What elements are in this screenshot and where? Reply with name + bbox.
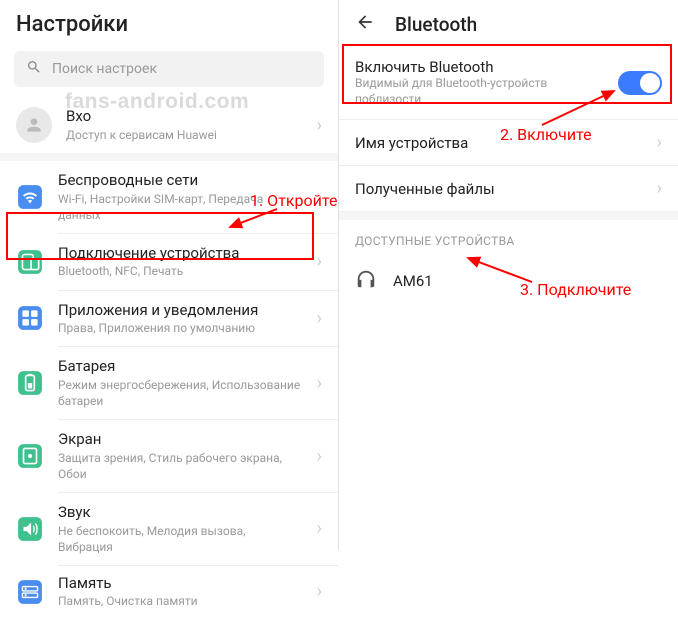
apps-item[interactable]: Приложения и уведомления Права, Приложен… <box>0 291 338 347</box>
settings-title: Настройки <box>0 0 338 47</box>
sound-item[interactable]: Звук Не беспокоить, Мелодия вызова, Вибр… <box>0 493 338 565</box>
available-devices-header: ДОСТУПНЫЕ УСТРОЙСТВА <box>339 220 678 256</box>
chevron-right-icon: › <box>317 518 322 539</box>
wifi-icon <box>16 183 44 211</box>
apps-icon <box>16 304 44 332</box>
sound-icon <box>16 515 44 543</box>
display-item[interactable]: Экран Защита зрения, Стиль рабочего экра… <box>0 420 338 492</box>
storage-icon <box>16 578 44 606</box>
bluetooth-screen: Bluetooth Включить Bluetooth Видимый для… <box>339 0 678 550</box>
account-item[interactable]: Вхо Доступ к сервисам Huawei › <box>0 97 338 153</box>
chevron-right-icon: › <box>657 132 662 153</box>
chevron-right-icon: › <box>317 251 322 272</box>
chevron-right-icon: › <box>317 581 322 602</box>
device-name-item[interactable]: Имя устройства › <box>339 120 678 166</box>
chevron-right-icon: › <box>317 373 322 394</box>
display-icon <box>16 442 44 470</box>
received-files-item[interactable]: Полученные файлы › <box>339 166 678 212</box>
divider <box>339 212 678 220</box>
battery-icon <box>16 369 44 397</box>
device-icon <box>16 248 44 276</box>
back-arrow-icon[interactable] <box>355 12 375 36</box>
device-am61[interactable]: AM61 <box>339 256 678 306</box>
chevron-right-icon: › <box>317 308 322 329</box>
bluetooth-title: Bluetooth <box>395 13 477 36</box>
search-settings[interactable]: Поиск настроек <box>14 51 324 87</box>
battery-item[interactable]: Батарея Режим энергосбережения, Использо… <box>0 347 338 419</box>
account-text: Вхо Доступ к сервисам Huawei <box>66 107 303 143</box>
avatar-icon <box>16 107 52 143</box>
chevron-right-icon: › <box>317 115 322 136</box>
bluetooth-enable-item[interactable]: Включить Bluetooth Видимый для Bluetooth… <box>339 46 678 120</box>
search-icon <box>26 59 42 79</box>
device-connection-item[interactable]: Подключение устройства Bluetooth, NFC, П… <box>0 234 338 290</box>
storage-item[interactable]: Память Память, Очистка памяти › <box>0 566 338 618</box>
divider <box>0 153 338 161</box>
chevron-right-icon: › <box>317 446 322 467</box>
search-placeholder: Поиск настроек <box>52 61 157 77</box>
bluetooth-header: Bluetooth <box>339 0 678 46</box>
chevron-right-icon: › <box>317 186 322 207</box>
wireless-item[interactable]: Беспроводные сети Wi-Fi, Настройки SIM-к… <box>0 161 338 233</box>
bluetooth-toggle[interactable] <box>618 71 662 95</box>
settings-screen: Настройки Поиск настроек Вхо Доступ к се… <box>0 0 339 550</box>
headphone-icon <box>355 268 377 294</box>
chevron-right-icon: › <box>657 178 662 199</box>
